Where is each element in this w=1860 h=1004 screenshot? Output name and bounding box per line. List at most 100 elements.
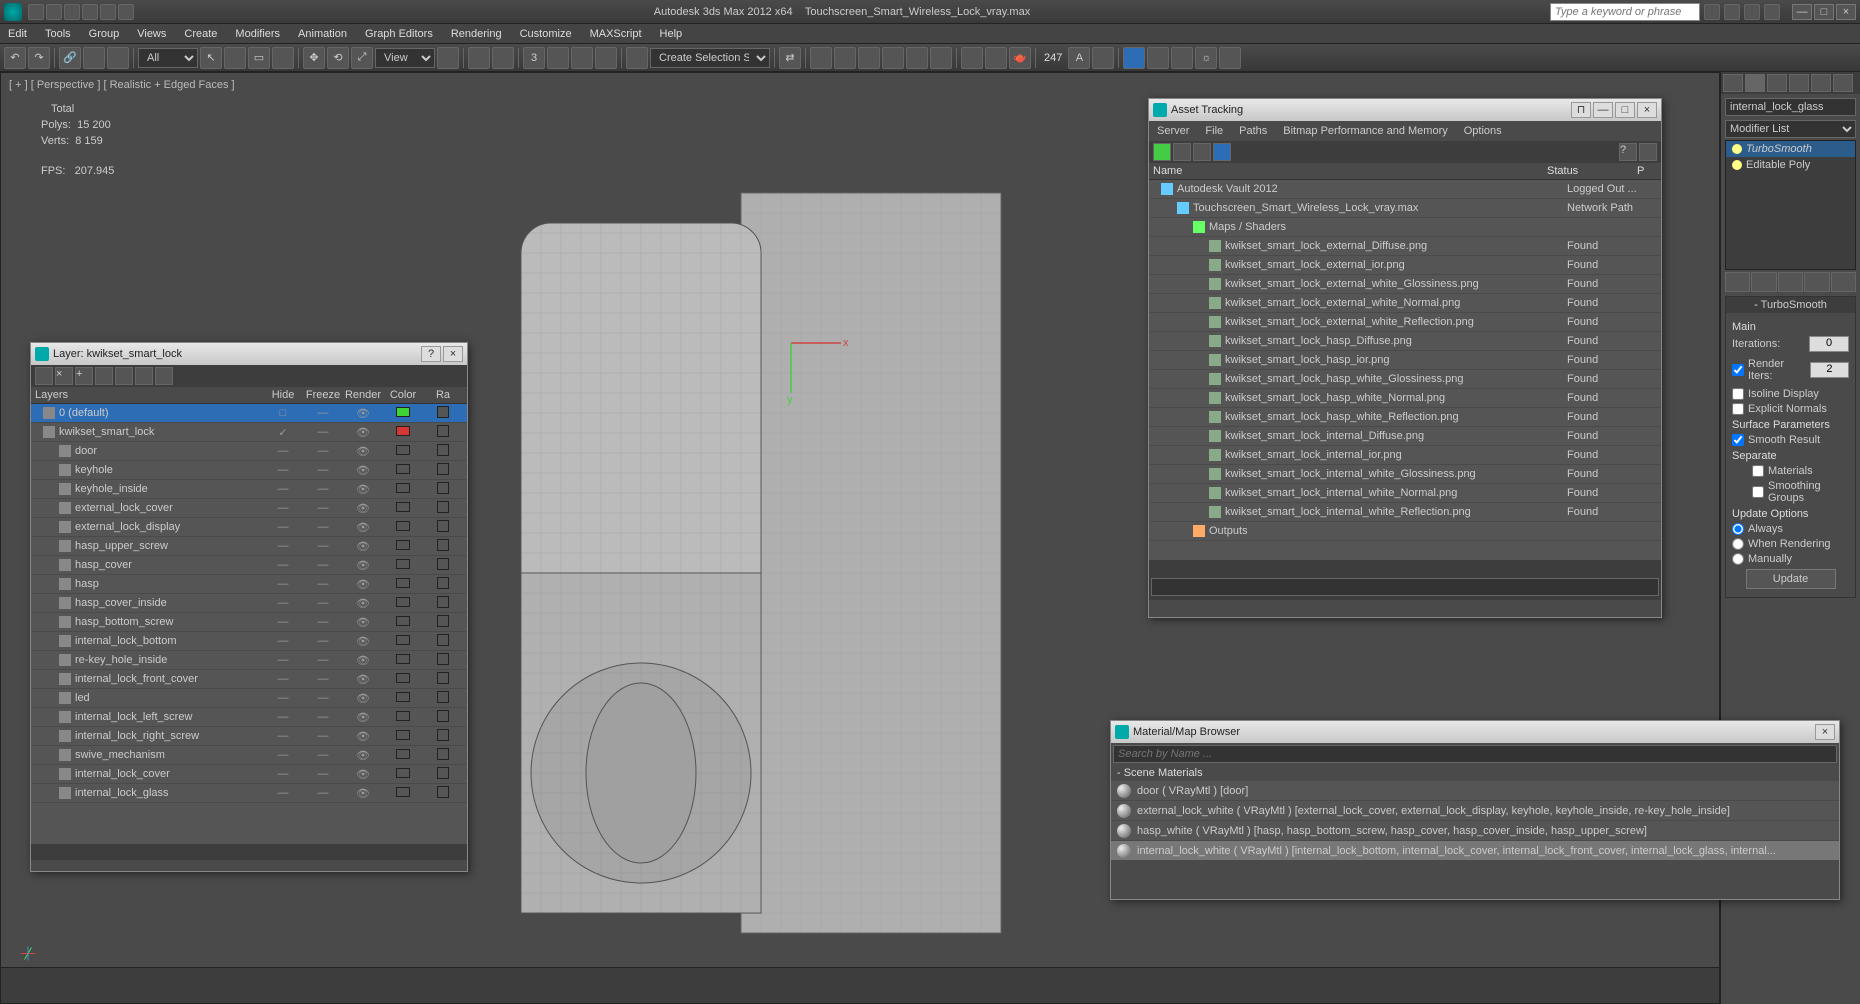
menu-views[interactable]: Views (137, 28, 166, 40)
utilities-tab-icon[interactable] (1833, 74, 1853, 92)
delete-layer-icon[interactable]: × (55, 367, 73, 385)
pivot-icon[interactable] (437, 47, 459, 69)
hierarchy-tab-icon[interactable] (1767, 74, 1787, 92)
asset-row[interactable]: kwikset_smart_lock_external_ior.pngFound (1149, 256, 1661, 275)
qat-save-icon[interactable] (64, 4, 80, 20)
create-tab-icon[interactable] (1723, 74, 1743, 92)
link-icon[interactable]: 🔗 (59, 47, 81, 69)
asset-row[interactable]: kwikset_smart_lock_hasp_ior.pngFound (1149, 351, 1661, 370)
asset-row[interactable]: kwikset_smart_lock_external_white_Glossi… (1149, 275, 1661, 294)
layer-row[interactable]: keyhole_inside——👁 (31, 480, 467, 499)
explode-icon[interactable] (1219, 47, 1241, 69)
asset-menu-paths[interactable]: Paths (1239, 125, 1267, 137)
menu-tools[interactable]: Tools (45, 28, 71, 40)
selection-filter-dropdown[interactable]: All (138, 48, 198, 68)
menu-rendering[interactable]: Rendering (451, 28, 502, 40)
asset-row[interactable]: Outputs (1149, 522, 1661, 541)
maximize-button[interactable]: □ (1814, 4, 1834, 20)
comm-center-icon[interactable] (1724, 4, 1740, 20)
show-end-icon[interactable] (1751, 272, 1776, 292)
spinner-snap-icon[interactable] (595, 47, 617, 69)
minimize-button[interactable]: — (1593, 102, 1613, 118)
search-icon[interactable] (1704, 4, 1720, 20)
iterations-spinner[interactable]: 0 (1809, 336, 1849, 352)
qat-open-icon[interactable] (46, 4, 62, 20)
layer-row[interactable]: re-key_hole_inside——👁 (31, 651, 467, 670)
layer-row[interactable]: external_lock_display——👁 (31, 518, 467, 537)
menu-animation[interactable]: Animation (298, 28, 347, 40)
asset-row[interactable]: kwikset_smart_lock_internal_Diffuse.pngF… (1149, 427, 1661, 446)
sun-icon[interactable]: ☼ (1195, 47, 1217, 69)
layer-row[interactable]: hasp_bottom_screw——👁 (31, 613, 467, 632)
layer-row[interactable]: hasp_upper_screw——👁 (31, 537, 467, 556)
render-setup-icon[interactable] (961, 47, 983, 69)
asset-row[interactable]: kwikset_smart_lock_hasp_Diffuse.pngFound (1149, 332, 1661, 351)
viewport-label[interactable]: [ + ] [ Perspective ] [ Realistic + Edge… (9, 79, 235, 91)
qat-new-icon[interactable] (28, 4, 44, 20)
asset-row[interactable]: kwikset_smart_lock_hasp_white_Normal.png… (1149, 389, 1661, 408)
material-list[interactable]: door ( VRayMtl ) [door]external_lock_whi… (1111, 781, 1839, 861)
configure-icon[interactable] (1831, 272, 1856, 292)
highlight-icon[interactable] (115, 367, 133, 385)
layer-row[interactable]: 0 (default)□—👁 (31, 404, 467, 423)
asset-menu-bitmap-performance-and-memory[interactable]: Bitmap Performance and Memory (1283, 125, 1447, 137)
material-row[interactable]: hasp_white ( VRayMtl ) [hasp, hasp_botto… (1111, 821, 1839, 841)
xview-icon[interactable] (1092, 47, 1114, 69)
asset-row[interactable]: kwikset_smart_lock_hasp_white_Glossiness… (1149, 370, 1661, 389)
modify-tab-icon[interactable] (1745, 74, 1765, 92)
layer-list[interactable]: 0 (default)□—👁kwikset_smart_lock✓—👁door—… (31, 404, 467, 844)
bind-icon[interactable] (107, 47, 129, 69)
asset-list[interactable]: Autodesk Vault 2012Logged Out ...Touchsc… (1149, 180, 1661, 560)
asset-menu-server[interactable]: Server (1157, 125, 1189, 137)
layer-row[interactable]: hasp_cover_inside——👁 (31, 594, 467, 613)
new-layer-icon[interactable] (35, 367, 53, 385)
angle-snap-icon[interactable] (547, 47, 569, 69)
menu-create[interactable]: Create (184, 28, 217, 40)
scale-icon[interactable]: ⤢ (351, 47, 373, 69)
window-crossing-icon[interactable] (272, 47, 294, 69)
list-view-icon[interactable] (1193, 143, 1211, 161)
asset-row[interactable]: Touchscreen_Smart_Wireless_Lock_vray.max… (1149, 199, 1661, 218)
close-button[interactable]: × (1637, 102, 1657, 118)
asset-row[interactable]: kwikset_smart_lock_internal_ior.pngFound (1149, 446, 1661, 465)
layer-row[interactable]: keyhole——👁 (31, 461, 467, 480)
keyboard-shortcut-icon[interactable] (492, 47, 514, 69)
move-icon[interactable]: ✥ (303, 47, 325, 69)
motion-tab-icon[interactable] (1789, 74, 1809, 92)
layer-row[interactable]: swive_mechanism——👁 (31, 746, 467, 765)
menu-group[interactable]: Group (89, 28, 120, 40)
asset-menu-file[interactable]: File (1205, 125, 1223, 137)
particles-icon[interactable] (1171, 47, 1193, 69)
modifier-item[interactable]: Editable Poly (1726, 157, 1855, 173)
menu-help[interactable]: Help (660, 28, 683, 40)
asset-row[interactable]: Autodesk Vault 2012Logged Out ... (1149, 180, 1661, 199)
graphite-icon[interactable] (858, 47, 880, 69)
favorites-icon[interactable] (1744, 4, 1760, 20)
select-layer-icon[interactable] (95, 367, 113, 385)
material-row[interactable]: door ( VRayMtl ) [door] (1111, 781, 1839, 801)
rollout-header[interactable]: - TurboSmooth (1726, 297, 1855, 313)
select-name-icon[interactable] (224, 47, 246, 69)
material-row[interactable]: external_lock_white ( VRayMtl ) [externa… (1111, 801, 1839, 821)
layer-row[interactable]: door——👁 (31, 442, 467, 461)
material-row[interactable]: internal_lock_white ( VRayMtl ) [interna… (1111, 841, 1839, 861)
rotate-icon[interactable]: ⟲ (327, 47, 349, 69)
mirror-icon[interactable]: ⇄ (779, 47, 801, 69)
redo-icon[interactable]: ↷ (28, 47, 50, 69)
qat-redo-icon[interactable] (100, 4, 116, 20)
minimize-button[interactable]: — (1792, 4, 1812, 20)
help-icon[interactable]: ? (1619, 143, 1637, 161)
render-iters-checkbox[interactable] (1732, 364, 1744, 376)
app-icon[interactable] (4, 3, 22, 21)
ref-coord-dropdown[interactable]: View (375, 48, 435, 68)
layer-row[interactable]: hasp——👁 (31, 575, 467, 594)
material-editor-icon[interactable] (930, 47, 952, 69)
refresh-icon[interactable] (1153, 143, 1171, 161)
tree-view-icon[interactable] (1173, 143, 1191, 161)
percent-snap-icon[interactable] (571, 47, 593, 69)
autodesk2-icon[interactable] (1147, 47, 1169, 69)
layer-row[interactable]: hasp_cover——👁 (31, 556, 467, 575)
asset-menu-options[interactable]: Options (1464, 125, 1502, 137)
render-icon[interactable]: 🫖 (1009, 47, 1031, 69)
asset-scrollbar[interactable] (1149, 560, 1661, 576)
